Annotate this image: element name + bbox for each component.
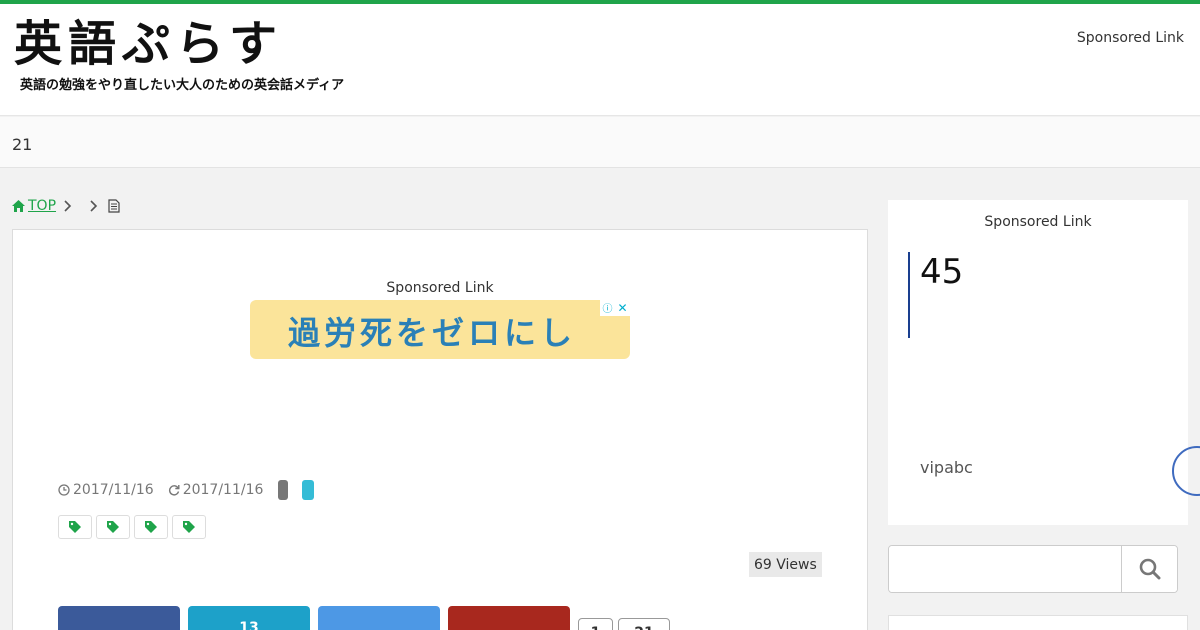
header-sponsored-label: Sponsored Link [1076,30,1184,46]
sidebar-ad-brand[interactable]: vipabc [920,458,973,477]
sidebar-ad-quote: 45 [908,252,963,338]
logo-title: 英語ぷらす [14,16,284,72]
tag-icon [107,521,119,533]
article-card: Sponsored Link 過労死をゼロにし ⓘ ✕ 2017/11/16 2… [12,229,868,630]
line-share-button[interactable]: 21 [618,618,670,630]
search-icon [1139,558,1160,580]
tag-icon [69,521,81,533]
tag-icon [183,521,195,533]
logo-subtitle: 英語の勉強をやり直したい大人のための英会話メディア [20,78,345,93]
category-badge[interactable] [302,480,315,500]
chevron-right-icon [64,200,72,212]
close-icon[interactable]: ✕ [615,300,630,315]
ad-banner-text: 過労死をゼロにし [288,314,577,352]
tag-icon [145,521,157,533]
published-date-text: 2017/11/16 [73,482,154,498]
updated-date-text: 2017/11/16 [182,482,264,498]
sidebar-widget [888,615,1188,630]
search-input[interactable] [889,546,1121,592]
pocket-share-button[interactable] [448,606,570,630]
ad-choices: ⓘ ✕ [600,300,630,316]
home-icon [12,200,25,212]
clock-icon [58,484,70,496]
sidebar-search [888,545,1178,593]
refresh-icon [168,485,180,496]
published-date: 2017/11/16 [58,482,154,498]
tag-item[interactable] [96,515,130,539]
document-icon [108,199,120,213]
sidebar-sponsored-label: Sponsored Link [984,214,1092,230]
tag-list [58,515,210,539]
sidebar-ad-number: 45 [920,252,964,292]
site-header: 英語ぷらす 英語の勉強をやり直したい大人のための英会話メディア Sponsore… [0,4,1200,116]
breadcrumb-home-link[interactable]: TOP [12,198,56,214]
hatena-share-button[interactable]: 1 [578,618,613,630]
post-meta: 2017/11/16 2017/11/16 [58,480,315,500]
tag-item[interactable] [172,515,206,539]
breadcrumb: TOP [12,196,120,216]
sidebar-ad-circle-button[interactable] [1172,446,1200,496]
global-nav: 21 [0,117,1200,168]
tag-item[interactable] [134,515,168,539]
tag-item[interactable] [58,515,92,539]
ad-sponsored-label: Sponsored Link [386,280,494,296]
twitter-share-button[interactable]: 13 [188,606,310,630]
view-count: 69 Views [749,552,822,577]
category-badge[interactable] [278,480,289,500]
updated-date: 2017/11/16 [168,482,264,498]
ad-banner[interactable]: 過労死をゼロにし ⓘ ✕ [250,300,630,359]
sidebar-ad-card: Sponsored Link 45 vipabc [888,200,1200,525]
breadcrumb-home-label: TOP [28,198,57,214]
nav-item[interactable]: 21 [12,135,32,154]
search-button[interactable] [1121,546,1177,592]
facebook-share-button[interactable] [58,606,180,630]
googleplus-share-button[interactable] [318,606,440,630]
info-icon[interactable]: ⓘ [600,300,615,315]
site-logo[interactable]: 英語ぷらす 英語の勉強をやり直したい大人のための英会話メディア [14,14,344,100]
chevron-right-icon [90,200,98,212]
